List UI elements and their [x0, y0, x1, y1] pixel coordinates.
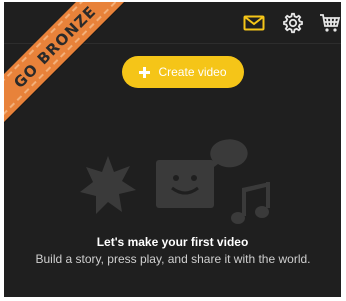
create-video-button[interactable]: Create video [122, 56, 244, 88]
plus-icon [139, 66, 151, 78]
cart-button[interactable] [317, 11, 341, 35]
empty-state-illustration [80, 139, 270, 224]
cart-icon [320, 14, 341, 32]
mail-button[interactable] [241, 11, 267, 35]
empty-state-title: Let's make your first video [96, 235, 249, 249]
music-note-icon [231, 182, 270, 224]
starburst-icon [80, 156, 136, 214]
settings-button[interactable] [280, 11, 306, 35]
mail-icon [243, 15, 265, 31]
gear-icon [283, 12, 303, 34]
speech-bubble-icon [210, 139, 248, 170]
app-window: GO BRONZE Create video Let's make your f… [4, 2, 341, 297]
screen-icon [156, 160, 214, 208]
empty-state-description: Build a story, press play, and share it … [35, 252, 311, 266]
create-video-label: Create video [158, 65, 227, 79]
